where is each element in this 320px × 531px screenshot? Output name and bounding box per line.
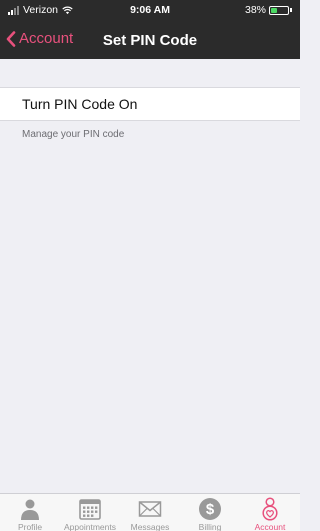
nav-bar: Account Set PIN Code — [0, 22, 300, 59]
pin-hint-text: Manage your PIN code — [22, 129, 125, 140]
pin-toggle-row[interactable]: Turn PIN Code On — [0, 87, 300, 121]
battery-tip — [290, 8, 292, 12]
tab-label: Messages — [130, 522, 170, 531]
tab-billing[interactable]: $ Billing — [180, 494, 240, 531]
tab-profile[interactable]: Profile — [0, 494, 60, 531]
status-right: 38% — [245, 4, 292, 16]
tab-label: Appointments — [64, 522, 116, 531]
person-icon — [18, 497, 42, 521]
pin-toggle-label: Turn PIN Code On — [22, 96, 138, 112]
tab-bar: Profile Appointments Messages $ Billing … — [0, 493, 300, 531]
dollar-icon: $ — [198, 497, 222, 521]
tab-label: Profile — [17, 522, 43, 531]
tab-appointments[interactable]: Appointments — [60, 494, 120, 531]
account-icon — [258, 497, 282, 521]
battery-icon — [269, 5, 289, 15]
tab-label: Account — [254, 522, 286, 531]
envelope-icon — [138, 497, 162, 521]
tab-account[interactable]: Account — [240, 494, 300, 531]
battery-fill — [271, 7, 278, 13]
calendar-icon — [78, 497, 102, 521]
tab-label: Billing — [198, 522, 222, 531]
svg-text:$: $ — [206, 501, 215, 518]
page-title: Set PIN Code — [102, 32, 198, 49]
battery-percent: 38% — [244, 4, 266, 16]
status-bar: Verizon 9:06 AM 38% — [0, 0, 300, 22]
tab-messages[interactable]: Messages — [120, 494, 180, 531]
main-content: Turn PIN Code On Manage your PIN code — [0, 59, 300, 493]
